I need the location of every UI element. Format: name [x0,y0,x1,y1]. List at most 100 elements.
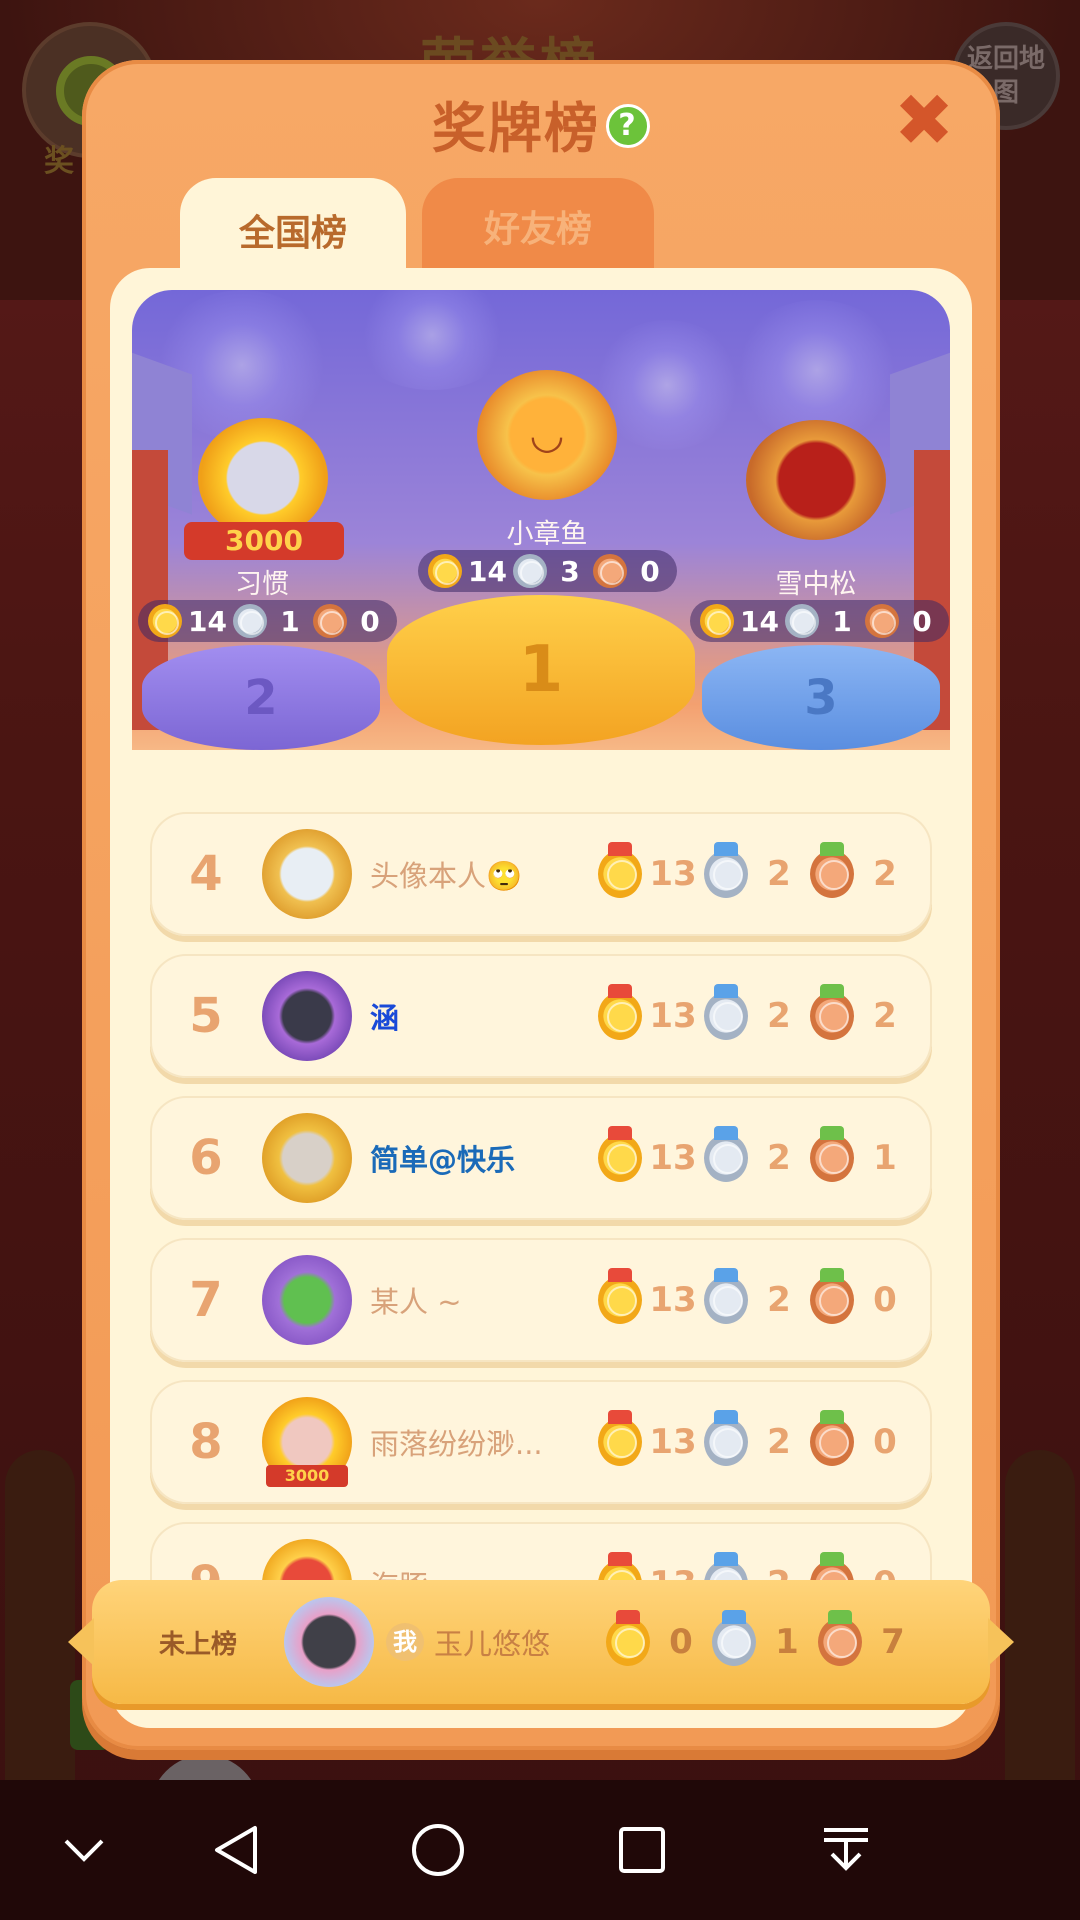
bronze-medal-icon [810,984,854,1040]
recents-square-icon[interactable] [612,1820,672,1880]
silver-count: 2 [767,854,791,894]
gold-medal-icon [598,1410,642,1466]
me-tag: 我 [386,1623,424,1661]
table-row[interactable]: 5 涵 13 2 2 [150,954,932,1078]
medal-counts-rank-1: 14 3 0 [418,550,677,592]
frame-badge-3000: 3000 [266,1465,348,1487]
my-player-name: 玉儿悠悠 [434,1627,551,1661]
bronze-medal-icon [592,554,627,588]
player-name: 头像本人🙄 [370,859,523,893]
table-row[interactable]: 6 简单@快乐 13 2 1 [150,1096,932,1220]
my-rank-status: 未上榜 [158,1629,237,1660]
gold-medal-icon [700,604,734,638]
background-pillar-right [1005,1450,1075,1810]
silver-count: 1 [280,604,300,638]
silver-medal-icon [512,554,547,588]
medal-counts: 13 2 0 [598,1268,916,1324]
pedestal-first: 1 [387,595,695,745]
table-row[interactable]: 7 某人 ~ 13 2 0 [150,1238,932,1362]
gold-count: 13 [649,854,697,894]
download-tray-icon[interactable] [816,1820,876,1880]
bronze-count: 0 [873,1280,897,1320]
silver-count: 1 [775,1622,799,1662]
player-name-rank-1: 小章鱼 [506,519,588,550]
dialog-title: 奖牌榜? [82,84,1000,163]
silver-medal-icon [704,1126,748,1182]
silver-count: 2 [767,1138,791,1178]
bronze-count: 2 [873,996,897,1036]
avatar-rank-2[interactable] [198,418,328,538]
bronze-medal-icon [818,1610,862,1666]
gold-count: 13 [649,1422,697,1462]
avatar-rank-1[interactable]: ◡ [477,370,617,500]
rank-number: 7 [189,1272,223,1328]
medal-counts: 13 2 0 [598,1410,916,1466]
silver-count: 2 [767,1422,791,1462]
avatar[interactable] [262,1113,352,1203]
player-name: 某人 ~ [370,1285,462,1319]
avatar[interactable] [262,829,352,919]
rank-number: 4 [189,846,223,902]
bronze-medal-icon [864,604,899,638]
player-name: 涵 [370,1001,400,1035]
avatar[interactable] [262,971,352,1061]
dialog-title-text: 奖牌榜 [432,97,600,160]
gold-medal-icon [148,604,182,638]
tab-national[interactable]: 全国榜 [180,178,406,282]
my-rank-bar[interactable]: 未上榜 我 玉儿悠悠 0 1 7 [68,1580,1014,1704]
gold-medal-icon [598,1268,642,1324]
medal-counts: 13 2 1 [598,1126,916,1182]
bronze-count: 0 [873,1422,897,1462]
sunflower-icon: ◡ [529,412,565,458]
silver-medal-icon [784,604,819,638]
silver-medal-icon [712,1610,756,1666]
background-medal-label: 奖 [44,144,74,179]
podium-stage: 2 1 3 3000 习惯 14 1 0 ◡ 小章鱼 14 3 0 雪中松 14… [132,290,950,750]
rank-number: 6 [189,1130,223,1186]
table-row[interactable]: 8 3000 雨落纷纷渺... 13 2 0 [150,1380,932,1504]
avatar[interactable] [262,1255,352,1345]
tab-friends[interactable]: 好友榜 [422,178,654,274]
firework-decoration [352,290,512,390]
gold-count: 14 [740,604,779,638]
question-icon[interactable]: ? [606,104,650,149]
system-navigation-bar [0,1780,1080,1920]
gold-medal-icon [606,1610,650,1666]
bronze-medal-icon [810,842,854,898]
silver-count: 2 [767,1280,791,1320]
pedestal-second: 2 [142,645,380,750]
medal-counts: 13 2 2 [598,984,916,1040]
bronze-count: 2 [873,854,897,894]
avatar[interactable]: 3000 [262,1397,352,1487]
pedestal-third: 3 [702,645,940,750]
avatar-rank-3[interactable] [746,420,886,540]
gold-count: 13 [649,1138,697,1178]
leaderboard-panel: 2 1 3 3000 习惯 14 1 0 ◡ 小章鱼 14 3 0 雪中松 14… [110,268,972,1728]
bronze-medal-icon [810,1410,854,1466]
gold-count: 14 [188,604,227,638]
silver-medal-icon [704,1268,748,1324]
silver-medal-icon [704,1410,748,1466]
gold-medal-icon [428,554,462,588]
back-triangle-icon[interactable] [206,1820,266,1880]
gold-count: 13 [649,996,697,1036]
player-name: 简单@快乐 [370,1143,516,1177]
bronze-count: 0 [360,604,380,638]
chevron-down-icon[interactable] [54,1820,114,1880]
bronze-count: 0 [912,604,932,638]
gold-count: 13 [649,1280,697,1320]
home-circle-icon[interactable] [408,1820,468,1880]
silver-medal-icon [232,604,267,638]
bronze-count: 0 [640,554,660,588]
table-row[interactable]: 4 头像本人🙄 13 2 2 [150,812,932,936]
gold-count: 14 [468,554,507,588]
gold-medal-icon [598,984,642,1040]
close-icon[interactable]: ✖ [892,84,956,156]
bronze-medal-icon [312,604,347,638]
rank-number: 5 [189,988,223,1044]
silver-count: 3 [560,554,580,588]
player-name-rank-2: 习惯 [235,569,289,600]
gold-count: 0 [669,1622,693,1662]
bronze-count: 1 [873,1138,897,1178]
avatar[interactable] [284,1597,374,1687]
